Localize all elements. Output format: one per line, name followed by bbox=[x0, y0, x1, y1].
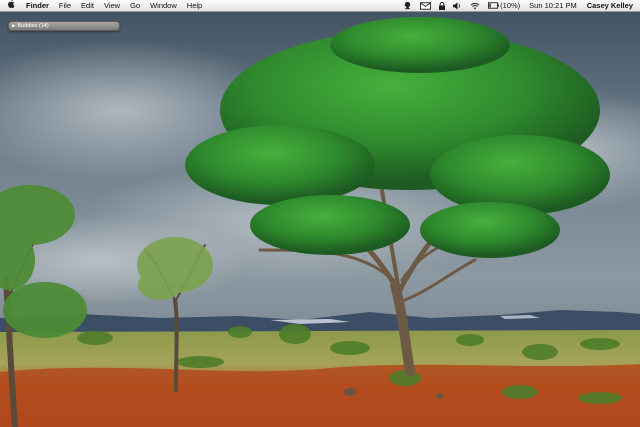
battery-percent: (10%) bbox=[500, 1, 521, 10]
volume-icon[interactable] bbox=[453, 1, 462, 10]
menu-view[interactable]: View bbox=[99, 0, 125, 11]
buddy-list-group[interactable]: ▶ Buddies (14) bbox=[8, 21, 120, 31]
desktop-wallpaper bbox=[0, 0, 640, 427]
menu-app-name[interactable]: Finder bbox=[21, 0, 54, 11]
buddy-group-label: Buddies (14) bbox=[17, 23, 49, 29]
battery-status[interactable]: (10%) bbox=[488, 0, 520, 11]
menu-help[interactable]: Help bbox=[182, 0, 207, 11]
menu-edit[interactable]: Edit bbox=[76, 0, 99, 11]
menu-go[interactable]: Go bbox=[125, 0, 145, 11]
menu-window[interactable]: Window bbox=[145, 0, 182, 11]
lock-icon[interactable] bbox=[439, 1, 446, 10]
menu-clock[interactable]: Sun 10:21 PM bbox=[524, 0, 582, 11]
apple-icon[interactable] bbox=[0, 0, 21, 11]
menu-extras: (10%) Sun 10:21 PM Casey Kelley bbox=[399, 0, 640, 11]
battery-icon bbox=[488, 2, 499, 9]
menu-user-name[interactable]: Casey Kelley bbox=[582, 0, 640, 11]
menu-file[interactable]: File bbox=[54, 0, 76, 11]
wifi-icon[interactable] bbox=[470, 2, 480, 10]
menu-bar: Finder File Edit View Go Window Help (10… bbox=[0, 0, 640, 12]
ichat-status-icon[interactable] bbox=[403, 1, 412, 10]
disclosure-triangle-icon[interactable]: ▶ bbox=[12, 22, 15, 30]
mail-icon[interactable] bbox=[420, 1, 432, 10]
